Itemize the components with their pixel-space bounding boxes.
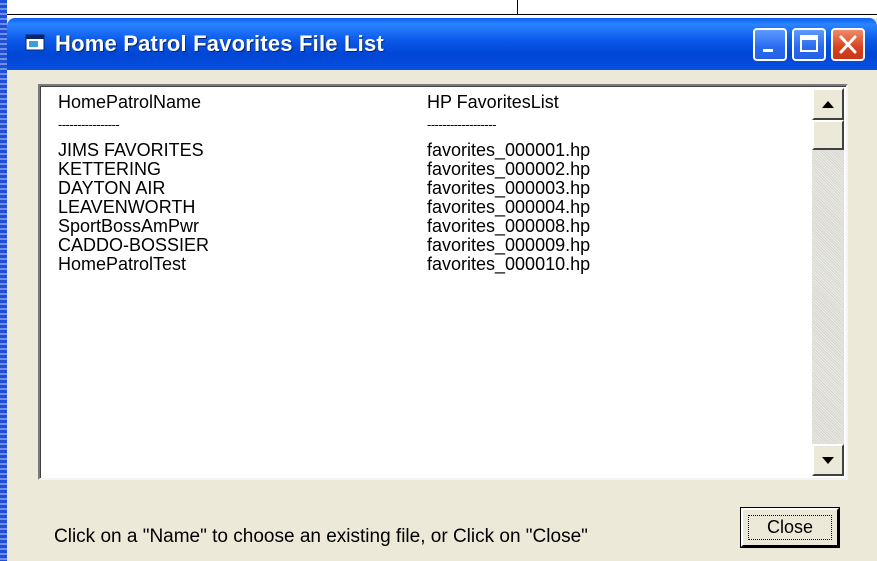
list-content: HomePatrolName HP FavoritesList --------…: [40, 86, 840, 478]
window-app-icon[interactable]: [25, 34, 45, 52]
list-item-name[interactable]: SportBossAmPwr: [58, 217, 254, 236]
list-item-name[interactable]: HomePatrolTest: [58, 255, 254, 274]
favorites-file-list-window: Home Patrol Favorites File List HomePatr…: [7, 18, 877, 561]
desktop-line: [7, 14, 877, 15]
arrow-down-icon: [822, 457, 834, 464]
list-item-name[interactable]: CADDO-BOSSIER: [58, 236, 254, 255]
list-item-file[interactable]: favorites_000003.hp: [427, 179, 615, 198]
column-header-name: HomePatrolName: [58, 93, 202, 112]
close-window-button[interactable]: [831, 28, 865, 61]
list-item-name[interactable]: LEAVENWORTH: [58, 198, 254, 217]
minimize-icon: [763, 49, 773, 52]
list-item-file[interactable]: favorites_000009.hp: [427, 236, 615, 255]
scroll-up-button[interactable]: [812, 88, 844, 120]
scroll-thumb[interactable]: [812, 120, 844, 150]
close-button[interactable]: Close: [741, 508, 839, 547]
scroll-down-button[interactable]: [812, 444, 844, 476]
close-x-icon: [839, 35, 857, 54]
favorites-listbox[interactable]: HomePatrolName HP FavoritesList --------…: [38, 84, 848, 480]
list-item-file[interactable]: favorites_000002.hp: [427, 160, 615, 179]
title-bar[interactable]: Home Patrol Favorites File List: [7, 18, 877, 70]
desktop-tick: [517, 0, 518, 14]
list-item-name[interactable]: DAYTON AIR: [58, 179, 254, 198]
list-item-name[interactable]: KETTERING: [58, 160, 254, 179]
arrow-up-icon: [822, 101, 834, 108]
list-item-file[interactable]: favorites_000010.hp: [427, 255, 615, 274]
separator-file: ------------------: [427, 118, 496, 131]
list-item-file[interactable]: favorites_000008.hp: [427, 217, 615, 236]
vertical-scrollbar[interactable]: [812, 88, 844, 476]
maximize-button[interactable]: [792, 28, 826, 61]
file-column: favorites_000001.hp favorites_000002.hp …: [427, 141, 615, 274]
window-title: Home Patrol Favorites File List: [55, 31, 384, 56]
close-button-label: Close: [748, 515, 832, 540]
desktop-edge: [0, 0, 7, 561]
instruction-text: Click on a "Name" to choose an existing …: [54, 526, 588, 547]
list-item-file[interactable]: favorites_000004.hp: [427, 198, 615, 217]
name-column: JIMS FAVORITES KETTERING DAYTON AIR LEAV…: [58, 141, 254, 274]
separator-name: ----------------: [58, 118, 120, 131]
list-item-name[interactable]: JIMS FAVORITES: [58, 141, 254, 160]
column-header-file: HP FavoritesList: [427, 93, 559, 112]
maximize-icon: [800, 35, 818, 52]
minimize-button[interactable]: [753, 28, 787, 61]
list-item-file[interactable]: favorites_000001.hp: [427, 141, 615, 160]
